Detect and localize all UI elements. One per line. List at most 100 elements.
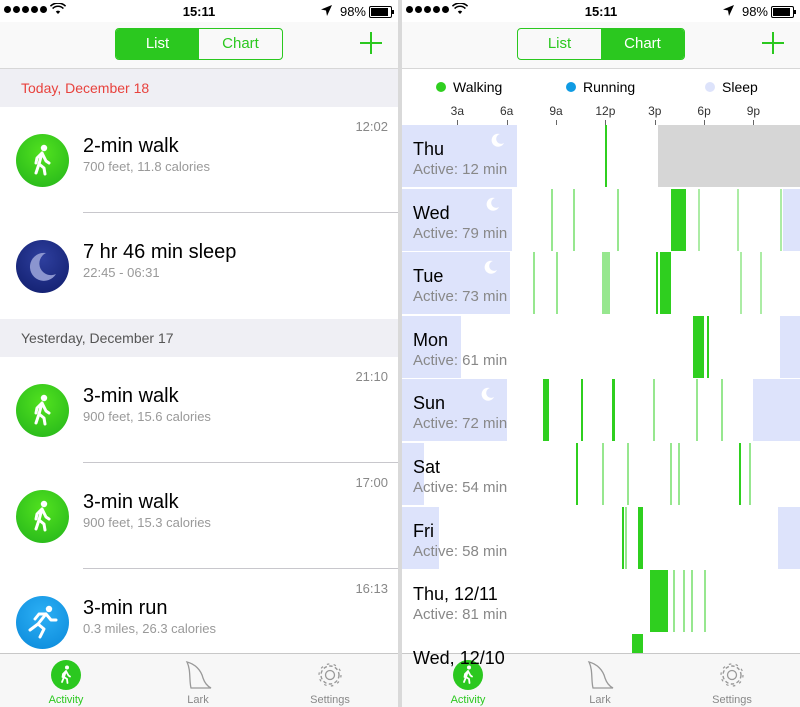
chart-legend: Walking Running Sleep bbox=[402, 78, 800, 98]
tab-label: Settings bbox=[310, 694, 350, 706]
chart-row[interactable]: Sat Active: 54 min bbox=[402, 443, 800, 505]
row-day-label: Tue bbox=[413, 266, 444, 287]
add-icon[interactable] bbox=[360, 32, 382, 54]
sleep-band bbox=[778, 506, 800, 569]
x-tick-label: 3a bbox=[450, 104, 465, 118]
walking-mark bbox=[690, 570, 693, 633]
walking-mark bbox=[707, 315, 710, 378]
legend-swatch bbox=[705, 82, 715, 92]
walking-mark bbox=[720, 379, 723, 442]
row-active-label: Active: 12 min bbox=[413, 161, 508, 178]
walking-mark bbox=[649, 570, 668, 633]
tab-settings[interactable]: Settings bbox=[692, 657, 772, 706]
row-day-label: Sat bbox=[413, 457, 441, 477]
legend-label: Sleep bbox=[722, 79, 758, 95]
row-day-label: Sun bbox=[413, 393, 446, 414]
walking-mark bbox=[659, 252, 672, 315]
battery-icon bbox=[369, 6, 394, 18]
walk-icon bbox=[16, 384, 69, 437]
chart-row[interactable]: Fri Active: 58 min bbox=[402, 506, 800, 569]
item-title: 3-min walk bbox=[83, 385, 179, 407]
battery-icon bbox=[771, 6, 796, 18]
tab-label: Settings bbox=[712, 694, 752, 706]
location-icon bbox=[723, 5, 734, 16]
walking-mark bbox=[542, 379, 550, 442]
tab-activity[interactable]: Activity bbox=[26, 657, 106, 706]
walking-mark bbox=[779, 188, 782, 251]
tab-settings[interactable]: Settings bbox=[290, 657, 370, 706]
row-active-label: Active: 81 min bbox=[413, 606, 508, 624]
section-header-today: Today, December 18 bbox=[0, 69, 398, 107]
view-segmented-control[interactable]: List Chart bbox=[115, 28, 283, 60]
chart-row[interactable]: Tue Active: 73 min bbox=[402, 252, 800, 315]
row-day-label: Thu bbox=[413, 139, 445, 159]
lark-icon bbox=[587, 661, 614, 689]
walking-mark bbox=[602, 443, 605, 505]
moon-icon bbox=[484, 260, 497, 274]
tab-bar: Activity Lark Settings bbox=[0, 653, 398, 707]
walking-mark bbox=[626, 443, 629, 505]
segment-list[interactable]: List bbox=[518, 29, 601, 59]
walking-mark bbox=[625, 506, 628, 569]
walking-mark bbox=[551, 188, 554, 251]
x-tick-label: 12p bbox=[595, 104, 616, 118]
item-subtitle: 0.3 miles, 26.3 calories bbox=[83, 621, 216, 636]
walking-mark bbox=[656, 252, 659, 315]
walking-mark bbox=[672, 570, 675, 633]
list-item[interactable]: 21:10 3-min walk 900 feet, 15.6 calories bbox=[0, 357, 398, 463]
battery-percent: 98% bbox=[339, 4, 366, 19]
chart-row[interactable]: Wed Active: 79 min bbox=[402, 188, 800, 251]
segment-chart[interactable]: Chart bbox=[601, 29, 684, 59]
walking-mark bbox=[704, 570, 707, 633]
walking-mark bbox=[621, 506, 624, 569]
walking-mark bbox=[653, 379, 656, 442]
row-day-label: Thu, 12/11 bbox=[413, 584, 498, 605]
segment-list[interactable]: List bbox=[116, 29, 199, 59]
tab-lark[interactable]: Lark bbox=[158, 657, 238, 706]
x-tick-label: 6a bbox=[500, 104, 514, 118]
list-item[interactable]: 17:00 3-min walk 900 feet, 15.3 calories bbox=[0, 463, 398, 569]
list-item[interactable]: 12:02 2-min walk 700 feet, 11.8 calories bbox=[0, 107, 398, 213]
segment-chart[interactable]: Chart bbox=[199, 29, 282, 59]
list-screen: 15:11 98% List Chart Today, December 18 … bbox=[0, 0, 398, 707]
walking-mark bbox=[669, 443, 672, 505]
x-tick-label: 6p bbox=[697, 104, 711, 118]
item-time: 21:10 bbox=[355, 369, 388, 384]
walking-mark bbox=[556, 252, 559, 315]
x-tick-label: 3p bbox=[648, 104, 662, 118]
tab-label: Activity bbox=[48, 694, 84, 706]
chart-row[interactable]: Thu, 12/11 Active: 81 min bbox=[402, 570, 800, 633]
moon-icon bbox=[491, 133, 504, 147]
walk-icon bbox=[16, 134, 69, 187]
walking-mark bbox=[692, 315, 705, 378]
walking-mark bbox=[748, 443, 751, 505]
lark-icon bbox=[185, 661, 212, 689]
x-axis: 3a 6a 9a 12p 3p 6p 9p bbox=[402, 104, 800, 126]
chart-row[interactable]: Mon Active: 61 min bbox=[402, 315, 800, 378]
sleep-band bbox=[753, 379, 800, 442]
walking-mark bbox=[533, 252, 536, 315]
tab-lark[interactable]: Lark bbox=[560, 657, 640, 706]
walking-mark bbox=[611, 379, 616, 442]
tab-label: Lark bbox=[589, 694, 611, 706]
chart-row[interactable]: Thu Active: 12 min bbox=[402, 125, 800, 187]
status-time: 15:11 bbox=[182, 4, 216, 19]
status-time: 15:11 bbox=[584, 4, 618, 19]
chart-row[interactable]: Sun Active: 72 min bbox=[402, 379, 800, 442]
future-band bbox=[658, 125, 800, 187]
item-subtitle: 900 feet, 15.6 calories bbox=[83, 409, 211, 424]
walking-mark bbox=[682, 570, 685, 633]
tab-label: Activity bbox=[450, 694, 486, 706]
row-active-label: Active: 58 min bbox=[413, 542, 508, 560]
row-active-label: Active: 73 min bbox=[413, 288, 508, 306]
list-item[interactable]: 7 hr 46 min sleep 22:45 - 06:31 bbox=[0, 213, 398, 319]
moon-icon bbox=[486, 197, 499, 211]
walking-mark bbox=[616, 188, 619, 251]
row-active-label: Active: 61 min bbox=[413, 351, 508, 369]
walking-mark bbox=[580, 379, 583, 442]
item-title: 3-min run bbox=[83, 597, 168, 619]
add-icon[interactable] bbox=[762, 32, 784, 54]
item-time: 17:00 bbox=[355, 475, 388, 490]
view-segmented-control[interactable]: List Chart bbox=[517, 28, 685, 60]
row-active-label: Active: 72 min bbox=[413, 415, 508, 433]
